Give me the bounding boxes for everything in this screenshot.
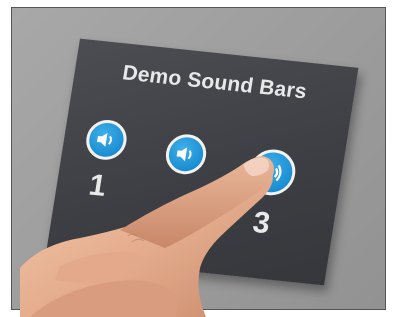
sound-button-number-1: 1: [86, 168, 109, 203]
panel-title: Demo Sound Bars: [120, 61, 309, 104]
speaker-icon: [176, 147, 192, 162]
sound-button-number-3: 3: [250, 205, 273, 241]
sound-button-3[interactable]: [245, 147, 299, 198]
photo: Demo Sound Bars 1 2 3: [0, 0, 393, 317]
sound-button-2[interactable]: [163, 132, 210, 177]
sound-bar-panel: Demo Sound Bars 1 2 3: [45, 38, 359, 286]
speaker-icon: [261, 164, 282, 182]
sound-button-1[interactable]: [83, 118, 130, 162]
speaker-icon: [96, 132, 112, 147]
